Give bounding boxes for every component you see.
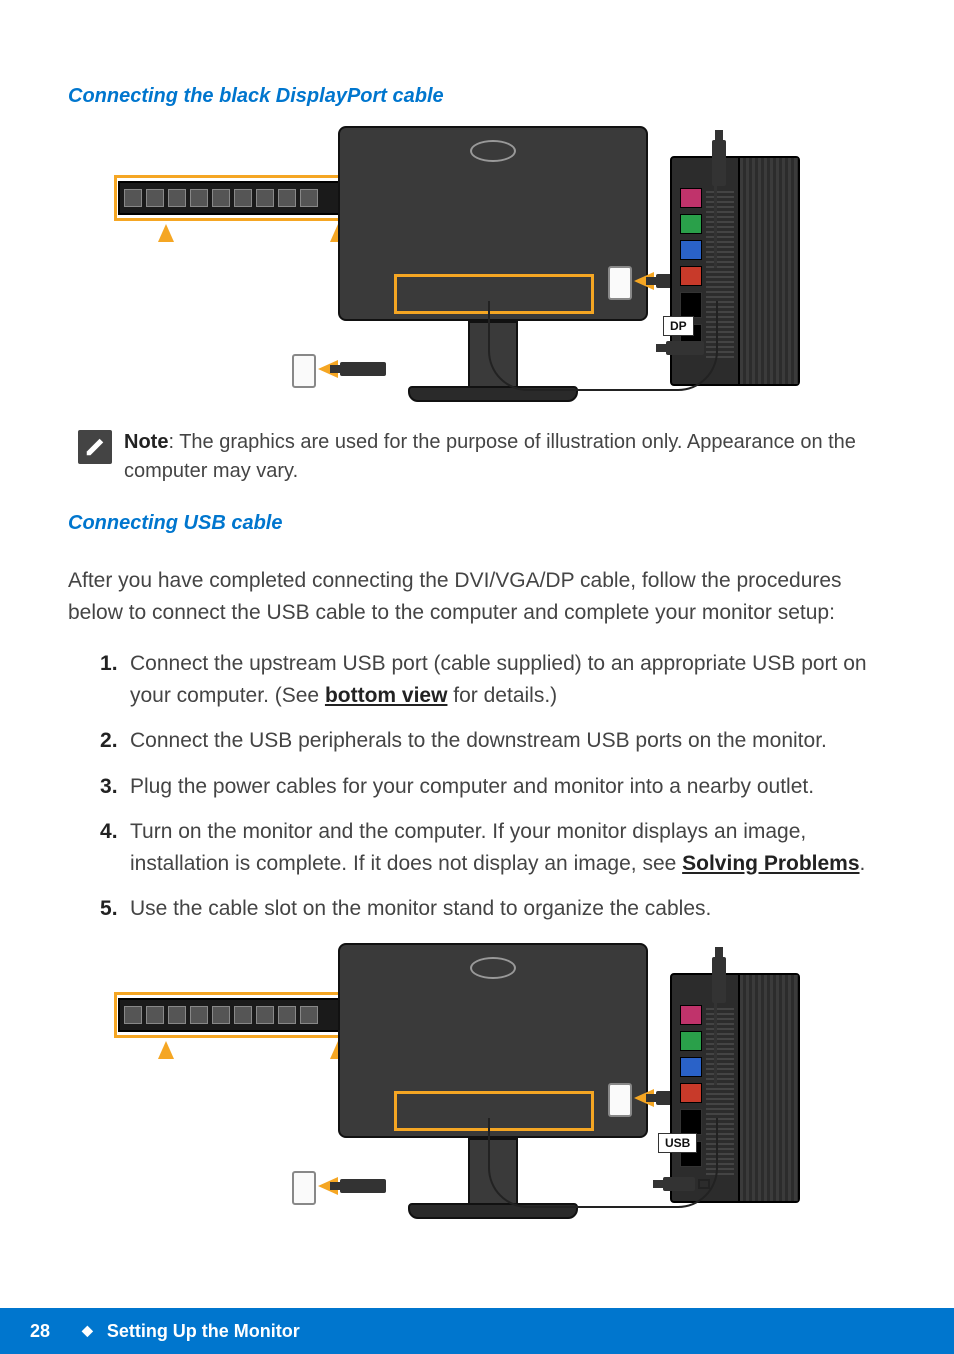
diamond-icon: ◆ [82,1322,93,1339]
dp-connector-icon [666,341,704,355]
wall-outlet-icon [292,354,316,388]
usb-connector-icon [663,1177,695,1191]
power-plug-icon [340,362,386,376]
heading-displayport: Connecting the black DisplayPort cable [68,85,894,108]
diagram-displayport: DP [98,126,818,406]
step-2: Connect the USB peripherals to the downs… [106,725,894,757]
note-label: Note [124,431,168,453]
page-footer: 28 ◆ Setting Up the Monitor [0,1308,954,1354]
heading-usb: Connecting USB cable [68,512,894,535]
power-plug-icon [340,1179,386,1193]
highlight-box-icon [114,175,372,221]
wall-outlet-icon [608,266,632,300]
arrow-up-icon [158,224,174,242]
link-solving-problems[interactable]: Solving Problems [682,852,859,875]
link-bottom-view[interactable]: bottom view [325,684,448,707]
arrow-up-icon [158,1041,174,1059]
step-1: Connect the upstream USB port (cable sup… [106,648,894,711]
wall-outlet-icon [292,1171,316,1205]
port-label-dp: DP [663,316,694,336]
note-block: Note: The graphics are used for the purp… [68,428,894,486]
intro-paragraph: After you have completed connecting the … [68,565,894,628]
steps-list: Connect the upstream USB port (cable sup… [68,648,894,925]
diagram-usb: USB [98,943,818,1223]
step-text: for details.) [447,684,557,707]
step-text: . [860,852,866,875]
wall-outlet-icon [608,1083,632,1117]
note-body: : The graphics are used for the purpose … [124,431,856,482]
power-plug-icon [712,957,726,1003]
port-label-usb: USB [658,1133,697,1153]
step-3: Plug the power cables for your computer … [106,771,894,803]
page-number: 28 [30,1321,50,1342]
note-text: Note: The graphics are used for the purp… [124,428,894,486]
power-plug-icon [712,140,726,186]
cable-icon [714,172,717,268]
step-4: Turn on the monitor and the computer. If… [106,816,894,879]
note-icon [78,430,112,464]
cable-icon [488,1118,718,1208]
step-5: Use the cable slot on the monitor stand … [106,893,894,925]
usb-plug-icon [698,1179,710,1189]
highlight-box-icon [114,992,372,1038]
footer-section-title: Setting Up the Monitor [107,1321,300,1342]
